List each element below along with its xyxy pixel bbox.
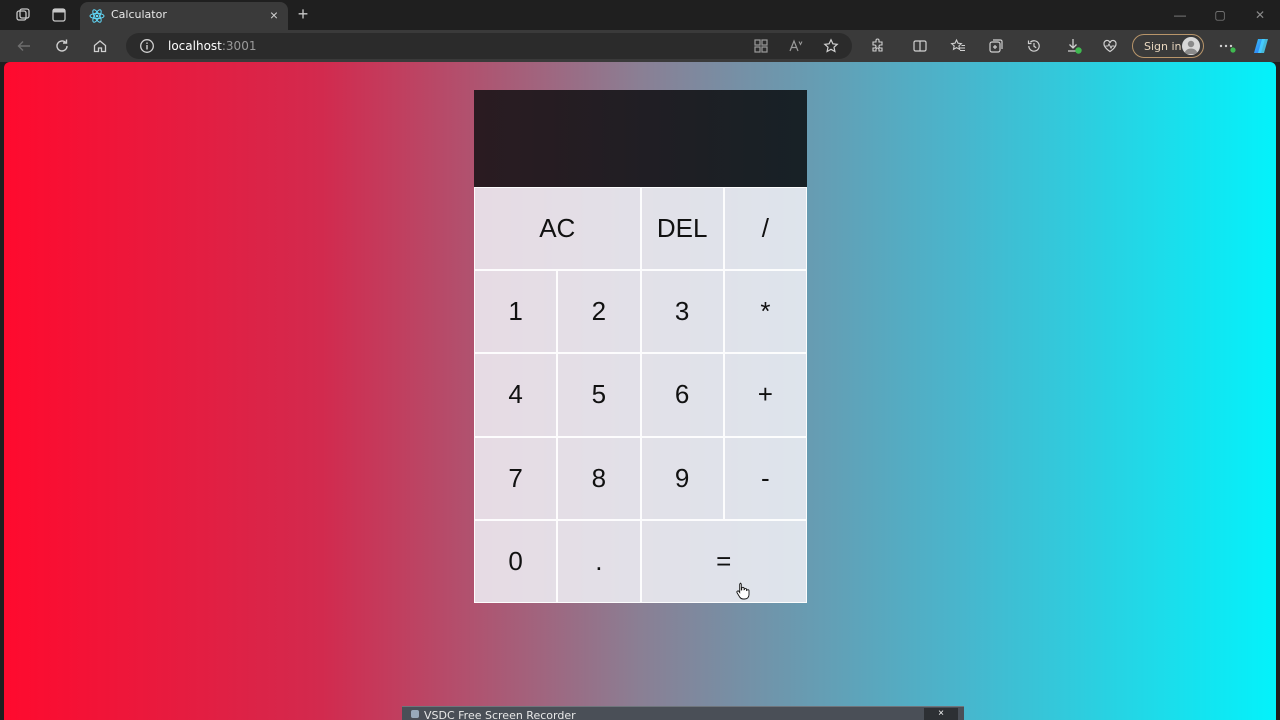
- react-icon: [89, 8, 105, 24]
- home-icon[interactable]: [91, 37, 109, 55]
- new-tab-icon[interactable]: +: [294, 5, 312, 23]
- minimize-icon[interactable]: —: [1172, 7, 1188, 23]
- previous-operand: [486, 100, 795, 122]
- site-info-icon[interactable]: [139, 38, 155, 54]
- calculator-keypad: AC DEL/ 1 2 3 * 4 5 6 +7 8 9- 0. =: [474, 187, 807, 603]
- history-icon[interactable]: [1025, 37, 1043, 55]
- recorder-close-icon[interactable]: ×: [924, 708, 958, 720]
- key-multiply[interactable]: *: [723, 270, 807, 354]
- recorder-icon: [411, 710, 419, 718]
- screen-recorder-bar: VSDC Free Screen Recorder ×: [402, 706, 964, 720]
- key-equals[interactable]: =: [640, 519, 807, 603]
- recorder-title: VSDC Free Screen Recorder: [424, 709, 576, 720]
- hand-cursor-icon: [736, 582, 750, 600]
- address-bar[interactable]: localhost:3001: [126, 33, 852, 59]
- key-4[interactable]: 4: [474, 353, 558, 437]
- key-minus[interactable]: -: [723, 436, 807, 520]
- apps-icon[interactable]: [752, 37, 770, 55]
- maximize-icon[interactable]: ▢: [1212, 7, 1228, 23]
- favorites-icon[interactable]: [949, 37, 967, 55]
- url-host: localhost: [168, 39, 222, 53]
- back-icon[interactable]: [15, 37, 33, 55]
- workspaces-icon[interactable]: [14, 6, 32, 24]
- split-screen-icon[interactable]: [911, 37, 929, 55]
- key-decimal[interactable]: .: [557, 519, 641, 603]
- key-3[interactable]: 3: [640, 270, 724, 354]
- favorite-star-icon[interactable]: [822, 37, 840, 55]
- read-aloud-icon[interactable]: [787, 37, 805, 55]
- key-7[interactable]: 7: [474, 436, 558, 520]
- window-close-icon[interactable]: ✕: [1252, 7, 1268, 23]
- tab-calculator[interactable]: Calculator ×: [80, 2, 288, 30]
- key-divide[interactable]: /: [723, 187, 807, 271]
- performance-icon[interactable]: [1101, 37, 1119, 55]
- downloads-icon[interactable]: [1065, 37, 1083, 55]
- key-8[interactable]: 8: [557, 436, 641, 520]
- url-text[interactable]: localhost:3001: [168, 39, 256, 53]
- browser-tab-bar: Calculator × + — ▢ ✕: [0, 0, 1280, 30]
- refresh-icon[interactable]: [53, 37, 71, 55]
- more-options-icon[interactable]: [1218, 37, 1236, 55]
- page-viewport: AC DEL/ 1 2 3 * 4 5 6 +7 8 9- 0. =: [4, 62, 1276, 720]
- tab-actions-icon[interactable]: [50, 6, 68, 24]
- tab-title: Calculator: [111, 8, 167, 21]
- key-9[interactable]: 9: [640, 436, 724, 520]
- extensions-icon[interactable]: [869, 37, 887, 55]
- key-2[interactable]: 2: [557, 270, 641, 354]
- browser-toolbar: localhost:3001 Sign in: [0, 30, 1280, 62]
- collections-icon[interactable]: [987, 37, 1005, 55]
- key-6[interactable]: 6: [640, 353, 724, 437]
- key-del[interactable]: DEL: [640, 187, 724, 271]
- calculator: AC DEL/ 1 2 3 * 4 5 6 +7 8 9- 0. =: [474, 90, 807, 603]
- key-plus[interactable]: +: [723, 353, 807, 437]
- avatar: [1182, 37, 1200, 55]
- calculator-display: [474, 90, 807, 187]
- key-0[interactable]: 0: [474, 519, 558, 603]
- key-1[interactable]: 1: [474, 270, 558, 354]
- url-port: :3001: [221, 39, 257, 53]
- close-icon[interactable]: ×: [266, 7, 282, 23]
- copilot-icon[interactable]: [1252, 37, 1270, 55]
- sign-in-label: Sign in: [1144, 40, 1182, 53]
- key-ac[interactable]: AC: [474, 187, 641, 271]
- sign-in-button[interactable]: Sign in: [1132, 34, 1204, 58]
- key-5[interactable]: 5: [557, 353, 641, 437]
